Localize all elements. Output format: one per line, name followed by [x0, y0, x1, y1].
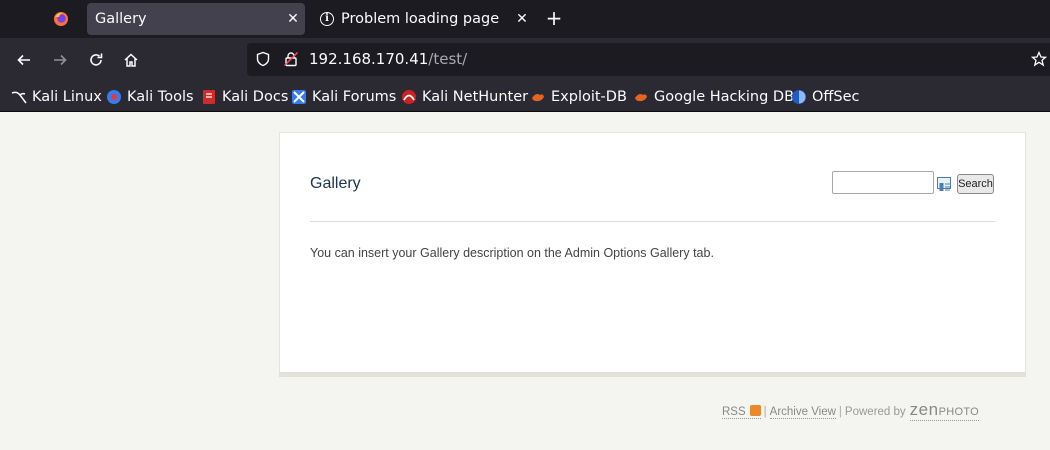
bookmark-label: OffSec — [812, 89, 860, 105]
bookmark-label: Exploit-DB — [551, 89, 627, 105]
close-tab-icon[interactable]: ✕ — [510, 11, 534, 27]
home-button[interactable] — [119, 48, 143, 72]
bookmarks-toolbar: Kali Linux Kali Tools Kali Docs Kali For… — [0, 82, 1050, 112]
tracking-protection-shield-icon[interactable] — [255, 51, 271, 71]
bookmark-label: Kali NetHunter — [422, 89, 529, 105]
insecure-lock-icon[interactable] — [283, 51, 299, 71]
back-button[interactable] — [12, 48, 36, 72]
logo-zen: zen — [909, 400, 939, 419]
close-tab-icon[interactable]: ✕ — [281, 11, 305, 27]
separator: | — [763, 406, 767, 418]
forward-arrow-icon — [54, 54, 67, 66]
bookmark-exploit-db[interactable]: Exploit-DB — [530, 87, 627, 107]
page-content: Gallery Search You can insert your Galle… — [0, 113, 1050, 450]
kali-docs-icon — [203, 90, 215, 104]
bookmark-label: Kali Tools — [127, 89, 194, 105]
url-host: 192.168.170.41 — [309, 50, 429, 68]
bookmark-google-hacking-db[interactable]: Google Hacking DB — [633, 87, 794, 107]
tab-bar: Gallery ✕ i Problem loading page ✕ + — [0, 0, 1050, 38]
powered-by-text: Powered by — [844, 406, 906, 418]
info-icon: i — [320, 12, 334, 26]
divider — [310, 221, 995, 222]
bookmark-label: Kali Forums — [312, 89, 397, 105]
search-button[interactable]: Search — [957, 174, 994, 194]
container-bottom-border — [279, 372, 1026, 377]
search-options-icon[interactable] — [937, 177, 951, 191]
kali-forums-icon — [292, 90, 306, 104]
back-arrow-icon — [17, 54, 30, 66]
bookmark-label: Kali Docs — [222, 89, 289, 105]
bookmark-label: Kali Linux — [32, 89, 102, 105]
tab-problem-loading[interactable]: i Problem loading page ✕ — [312, 3, 534, 35]
bookmark-kali-tools[interactable]: Kali Tools — [106, 87, 194, 107]
new-tab-button[interactable]: + — [541, 7, 567, 31]
tab-title: Problem loading page — [341, 11, 500, 27]
rss-label: RSS — [722, 406, 746, 418]
firefox-icon — [54, 12, 68, 26]
reload-icon — [90, 53, 103, 66]
separator: | — [838, 406, 842, 418]
footer: RSS | Archive View | Powered by zenPHOTO — [722, 400, 979, 421]
bookmark-kali-nethunter[interactable]: Kali NetHunter — [401, 87, 528, 107]
kali-nethunter-icon — [402, 90, 416, 104]
archive-view-link[interactable]: Archive View — [769, 406, 836, 419]
url-text: 192.168.170.41/test/ — [309, 50, 467, 68]
rss-icon — [749, 405, 761, 416]
url-path: /test/ — [428, 50, 468, 68]
rss-link[interactable]: RSS — [722, 404, 761, 419]
reload-button[interactable] — [84, 48, 108, 72]
bookmark-kali-linux[interactable]: Kali Linux — [11, 87, 102, 107]
bookmark-label: Google Hacking DB — [654, 89, 795, 105]
address-bar[interactable]: 192.168.170.41/test/ — [247, 43, 1050, 76]
logo-photo: PHOTO — [938, 406, 979, 418]
kali-dragon-icon — [11, 91, 27, 104]
tab-title: Gallery — [95, 11, 147, 27]
gallery-title: Gallery — [310, 175, 361, 192]
exploit-db-icon — [532, 94, 544, 102]
search-input[interactable] — [832, 171, 934, 194]
firefox-menu-button[interactable] — [48, 6, 74, 32]
bookmark-kali-docs[interactable]: Kali Docs — [201, 87, 288, 107]
forward-button[interactable] — [48, 48, 72, 72]
bookmark-kali-forums[interactable]: Kali Forums — [291, 87, 396, 107]
home-icon — [124, 53, 138, 67]
bookmark-star-icon[interactable] — [1030, 50, 1048, 71]
bookmark-offsec[interactable]: OffSec — [791, 87, 860, 107]
zenphoto-logo-link[interactable]: zenPHOTO — [909, 400, 979, 421]
offsec-icon — [792, 90, 806, 104]
tab-gallery[interactable]: Gallery ✕ — [87, 3, 305, 35]
ghdb-icon — [635, 94, 647, 102]
navigation-toolbar: 192.168.170.41/test/ — [0, 38, 1050, 82]
gallery-description: You can insert your Gallery description … — [310, 246, 714, 260]
kali-tools-icon — [107, 90, 121, 104]
gallery-container: Gallery Search You can insert your Galle… — [279, 132, 1026, 374]
